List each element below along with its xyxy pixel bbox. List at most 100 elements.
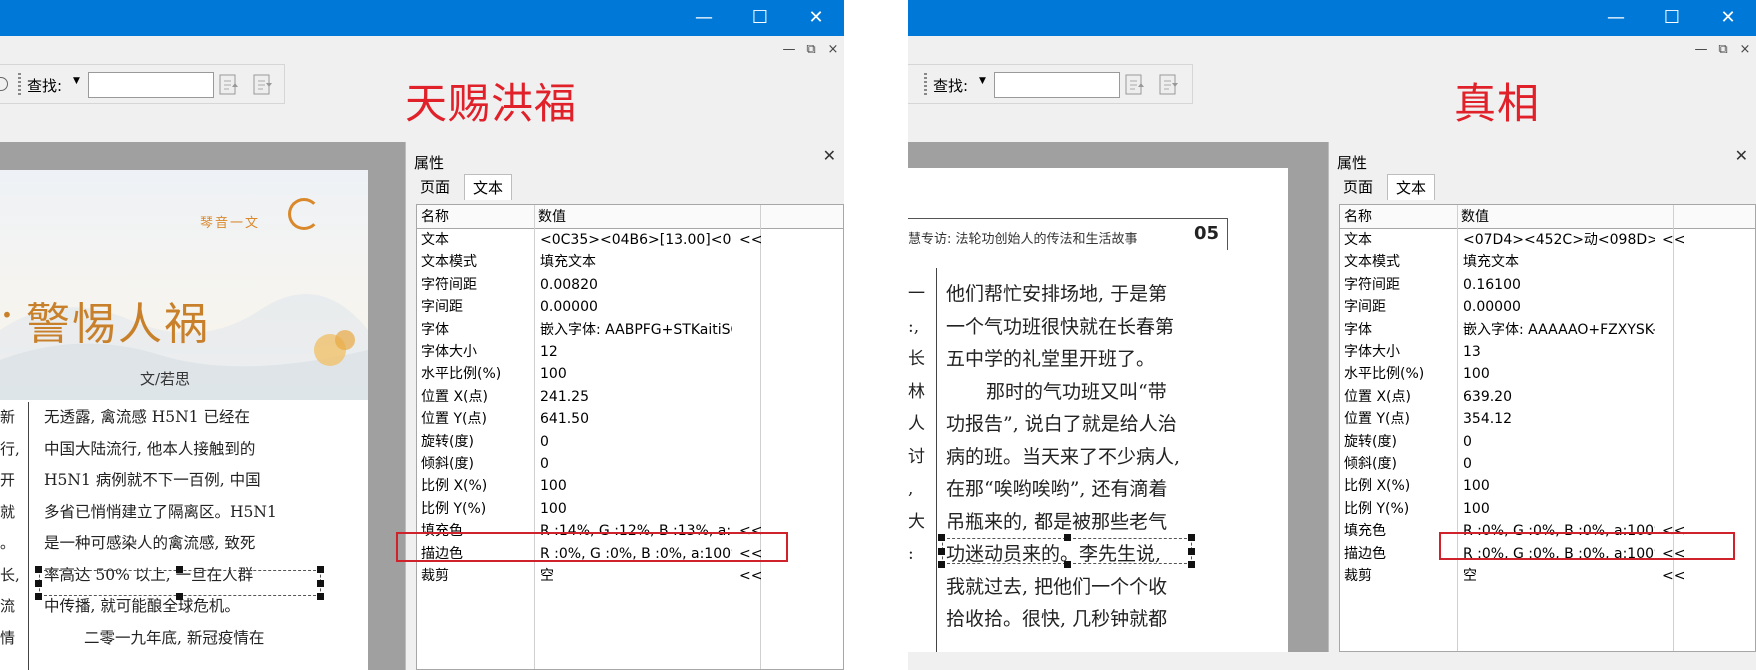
- property-value[interactable]: 空: [540, 564, 732, 588]
- find-previous-icon[interactable]: [1122, 71, 1148, 99]
- selection-handle[interactable]: [938, 548, 945, 555]
- property-value[interactable]: 嵌入字体: AABPFG+STKaitiSC-Re: [540, 318, 732, 342]
- property-value[interactable]: <07D4><452C>动<098D>来的: [1463, 228, 1655, 252]
- toolbar-grip[interactable]: [924, 73, 927, 97]
- minimize-icon[interactable]: —: [1588, 0, 1644, 36]
- doc-restore-icon[interactable]: ⧉: [1712, 38, 1734, 62]
- property-row[interactable]: 字符间距 0.00820: [417, 274, 843, 296]
- selection-handle[interactable]: [1188, 561, 1195, 568]
- tab-text[interactable]: 文本: [464, 174, 513, 200]
- selection-handle[interactable]: [938, 534, 945, 541]
- selection-handle[interactable]: [1188, 534, 1195, 541]
- selection-handle[interactable]: [176, 593, 183, 600]
- property-row[interactable]: 倾斜(度) 0: [1340, 453, 1755, 475]
- property-value[interactable]: 12: [540, 340, 732, 364]
- property-value[interactable]: <0C35><04B6>[13.00]<07B6>: [540, 228, 732, 252]
- find-input[interactable]: [88, 72, 214, 98]
- selection-handle[interactable]: [176, 566, 183, 573]
- property-row[interactable]: 裁剪 空 <<: [417, 565, 843, 587]
- property-row[interactable]: 水平比例(%) 100: [417, 363, 843, 385]
- property-value[interactable]: 0.00820: [540, 273, 732, 297]
- doc-minimize-icon[interactable]: —: [1690, 38, 1712, 62]
- property-value[interactable]: 0.16100: [1463, 273, 1655, 297]
- property-value[interactable]: 241.25: [540, 385, 732, 409]
- property-row[interactable]: 旋转(度) 0: [1340, 431, 1755, 453]
- property-row[interactable]: 文本模式 填充文本: [1340, 251, 1755, 273]
- find-input[interactable]: [994, 72, 1120, 98]
- selection-handle[interactable]: [317, 566, 324, 573]
- doc-close-icon[interactable]: ×: [822, 38, 844, 62]
- expand-button[interactable]: <<: [739, 228, 762, 252]
- property-row[interactable]: 比例 Y(%) 100: [1340, 498, 1755, 520]
- property-value[interactable]: 100: [1463, 474, 1655, 498]
- tab-page[interactable]: 页面: [412, 174, 458, 200]
- property-value[interactable]: 0.00000: [1463, 295, 1655, 319]
- doc-minimize-icon[interactable]: —: [778, 38, 800, 62]
- selection-handle[interactable]: [35, 580, 42, 587]
- property-value[interactable]: 0: [540, 452, 732, 476]
- minimize-icon[interactable]: —: [676, 0, 732, 36]
- property-row[interactable]: 倾斜(度) 0: [417, 453, 843, 475]
- doc-restore-icon[interactable]: ⧉: [800, 38, 822, 62]
- property-row[interactable]: 字体 嵌入字体: AABPFG+STKaitiSC-Re: [417, 319, 843, 341]
- panel-close-icon[interactable]: ✕: [1735, 146, 1748, 165]
- column-header-name[interactable]: 名称: [1344, 205, 1372, 229]
- find-mode-chevron-down-icon[interactable]: ▼: [979, 76, 986, 86]
- property-row[interactable]: 文本 <07D4><452C>动<098D>来的 <<: [1340, 229, 1755, 251]
- property-row[interactable]: 字体大小 12: [417, 341, 843, 363]
- expand-button[interactable]: <<: [739, 564, 762, 588]
- property-row[interactable]: 字间距 0.00000: [417, 296, 843, 318]
- find-mode-chevron-down-icon[interactable]: ▼: [73, 76, 80, 86]
- property-value[interactable]: 100: [540, 362, 732, 386]
- doc-close-icon[interactable]: ×: [1734, 38, 1756, 62]
- tab-text[interactable]: 文本: [1387, 174, 1436, 200]
- property-row[interactable]: 位置 Y(点) 354.12: [1340, 408, 1755, 430]
- property-row[interactable]: 字体大小 13: [1340, 341, 1755, 363]
- property-value[interactable]: 13: [1463, 340, 1655, 364]
- property-value[interactable]: 0: [1463, 452, 1655, 476]
- property-row[interactable]: 比例 X(%) 100: [417, 475, 843, 497]
- find-next-icon[interactable]: [250, 71, 276, 99]
- selection-handle[interactable]: [35, 593, 42, 600]
- property-value[interactable]: 639.20: [1463, 385, 1655, 409]
- maximize-icon[interactable]: ☐: [732, 0, 788, 36]
- property-row[interactable]: 字符间距 0.16100: [1340, 274, 1755, 296]
- selection-handle[interactable]: [1064, 534, 1071, 541]
- property-row[interactable]: 水平比例(%) 100: [1340, 363, 1755, 385]
- property-row[interactable]: 字体 嵌入字体: AAAAAO+FZXYSK--GE: [1340, 319, 1755, 341]
- selection-handle[interactable]: [317, 593, 324, 600]
- property-value[interactable]: 0: [1463, 430, 1655, 454]
- property-row[interactable]: 位置 X(点) 241.25: [417, 386, 843, 408]
- toolbar-grip[interactable]: [18, 73, 21, 97]
- expand-button[interactable]: <<: [1662, 564, 1685, 588]
- property-row[interactable]: 字间距 0.00000: [1340, 296, 1755, 318]
- property-row[interactable]: 文本模式 填充文本: [417, 251, 843, 273]
- property-row[interactable]: 比例 X(%) 100: [1340, 475, 1755, 497]
- property-row[interactable]: 位置 Y(点) 641.50: [417, 408, 843, 430]
- column-header-value[interactable]: 数值: [538, 205, 566, 229]
- selection-handle[interactable]: [317, 580, 324, 587]
- selection-handle[interactable]: [1188, 548, 1195, 555]
- property-row[interactable]: 比例 Y(%) 100: [417, 498, 843, 520]
- property-row[interactable]: 位置 X(点) 639.20: [1340, 386, 1755, 408]
- column-header-value[interactable]: 数值: [1461, 205, 1489, 229]
- selection-handle[interactable]: [35, 566, 42, 573]
- expand-button[interactable]: <<: [1662, 228, 1685, 252]
- maximize-icon[interactable]: ☐: [1644, 0, 1700, 36]
- property-value[interactable]: 0.00000: [540, 295, 732, 319]
- property-value[interactable]: 空: [1463, 564, 1655, 588]
- find-next-icon[interactable]: [1156, 71, 1182, 99]
- tab-page[interactable]: 页面: [1335, 174, 1381, 200]
- property-value[interactable]: 354.12: [1463, 407, 1655, 431]
- property-value[interactable]: 0: [540, 430, 732, 454]
- property-value[interactable]: 100: [1463, 497, 1655, 521]
- property-value[interactable]: 641.50: [540, 407, 732, 431]
- selection-handle[interactable]: [938, 561, 945, 568]
- close-icon[interactable]: ✕: [1700, 0, 1756, 36]
- column-header-name[interactable]: 名称: [421, 205, 449, 229]
- property-value[interactable]: 填充文本: [540, 250, 732, 274]
- selection-handle[interactable]: [1064, 561, 1071, 568]
- property-value[interactable]: 嵌入字体: AAAAAO+FZXYSK--GE: [1463, 318, 1655, 342]
- property-row[interactable]: 裁剪 空 <<: [1340, 565, 1755, 587]
- panel-close-icon[interactable]: ✕: [823, 146, 836, 165]
